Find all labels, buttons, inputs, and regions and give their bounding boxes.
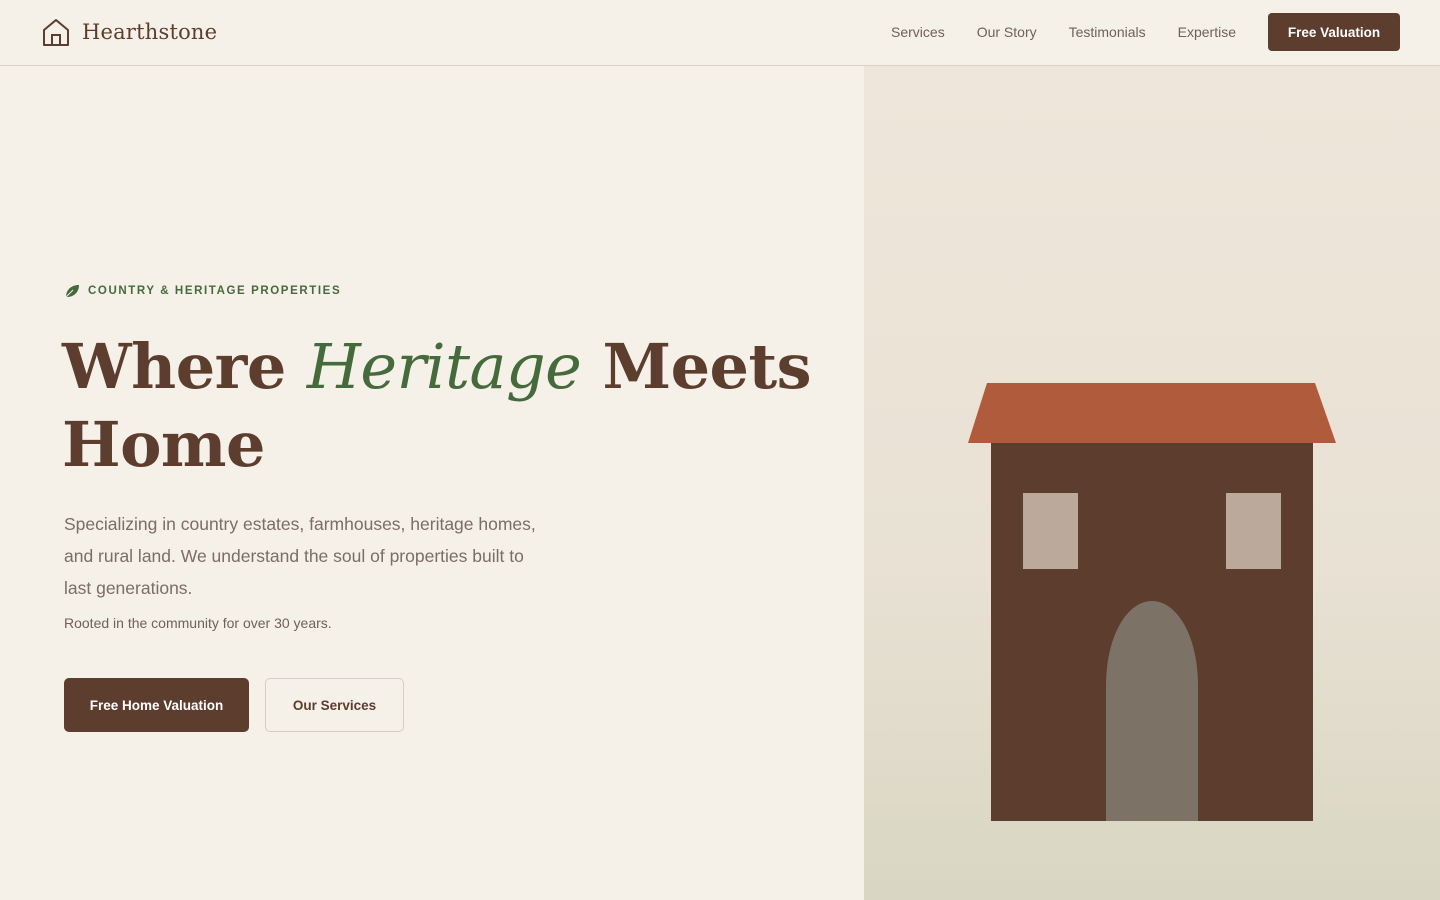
hero-illustration-panel (864, 66, 1440, 900)
hero-note: Rooted in the community for over 30 year… (64, 615, 332, 631)
house-illustration (968, 383, 1336, 821)
house-door (1106, 601, 1198, 821)
hero-lead: Specializing in country estates, farmhou… (64, 514, 536, 598)
headline-accent: Heritage (306, 330, 582, 403)
nav-links: Services Our Story Testimonials Expertis… (891, 22, 1236, 42)
top-nav: Hearthstone Services Our Story Testimoni… (0, 0, 1440, 66)
house-window-right (1226, 493, 1281, 569)
leaf-icon (65, 285, 79, 298)
headline-part-before: Where (62, 330, 307, 403)
brand-name: Hearthstone (82, 20, 218, 44)
nav-link-expertise[interactable]: Expertise (1178, 22, 1236, 42)
our-services-button[interactable]: Our Services (265, 678, 404, 732)
house-roof (968, 383, 1336, 443)
nav-link-our-story[interactable]: Our Story (977, 22, 1037, 42)
brand-logo[interactable]: Hearthstone (41, 16, 217, 48)
eyebrow-text: COUNTRY & HERITAGE PROPERTIES (88, 285, 342, 297)
hero-eyebrow: COUNTRY & HERITAGE PROPERTIES (64, 282, 341, 300)
nav-link-testimonials[interactable]: Testimonials (1069, 22, 1146, 42)
house-outline-icon (43, 19, 69, 46)
free-valuation-button[interactable]: Free Valuation (1268, 13, 1400, 51)
hero-headline: Where Heritage Meets Home (62, 328, 842, 484)
free-home-valuation-button[interactable]: Free Home Valuation (64, 678, 249, 732)
house-window-left (1023, 493, 1078, 569)
hero-content: COUNTRY & HERITAGE PROPERTIES Where Heri… (62, 66, 844, 900)
nav-link-services[interactable]: Services (891, 22, 945, 42)
